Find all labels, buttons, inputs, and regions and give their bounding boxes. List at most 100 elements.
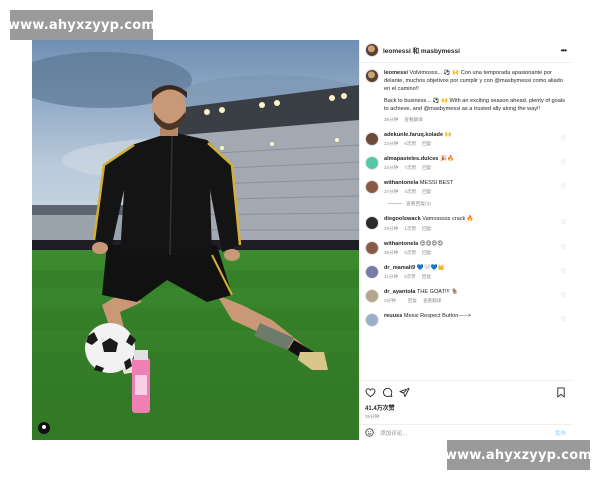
comment-username[interactable]: withantonela <box>384 180 418 186</box>
heart-icon[interactable] <box>365 387 376 398</box>
comment-text: withantonela MESSI BEST <box>384 180 556 187</box>
comment-meta: 29分钟 1次赞 回复 <box>384 226 556 232</box>
watermark-top: www.ahyxzyyp.com <box>8 10 155 40</box>
comment-list: adekunle.faruq.kolade 🙌 32分钟 6次赞 回复 ♡ almapas… <box>365 131 566 328</box>
caption-meta: 39分钟 查看翻译 <box>384 117 566 123</box>
add-comment-bar: 添加评论... 发布 <box>360 424 572 440</box>
caption-text: leomessi Volvimosss... ⚽ 🙌 Con una tempo… <box>384 69 566 114</box>
comment-body: 😍😍😍😍 <box>419 240 444 247</box>
comment-reply-button[interactable]: 回复 <box>422 250 431 256</box>
comment-avatar[interactable] <box>365 289 379 304</box>
comment-username[interactable]: diegoolswack <box>384 216 421 222</box>
comment-like-icon[interactable]: ♡ <box>561 219 566 226</box>
comment-reply-button[interactable]: 回复 <box>422 141 431 147</box>
comment-like-icon[interactable]: ♡ <box>561 292 566 299</box>
comment-translate-link[interactable]: 查看翻译 <box>423 298 441 304</box>
instagram-post: leomessi 和 masbymessi ••• leomessi Volvi… <box>32 40 572 440</box>
comment-time: 3分钟 <box>384 298 396 304</box>
comment-avatar[interactable] <box>365 313 379 328</box>
photo-illustration <box>32 40 359 440</box>
comment-time: 29分钟 <box>384 225 399 231</box>
comment-reply-button[interactable]: 回复 <box>422 226 431 232</box>
comment-username[interactable]: reuuss <box>384 313 402 319</box>
header-username[interactable]: leomessi 和 masbymessi <box>383 45 460 55</box>
watermark-bottom: www.ahyxzyyp.com <box>445 440 592 470</box>
post-caption: leomessi Volvimosss... ⚽ 🙌 Con una tempo… <box>365 69 566 123</box>
user-tag-icon[interactable] <box>38 422 50 434</box>
comment-item: dr_mamali9 💙🤍💙👑 11分钟 3次赞 回复 ♡ <box>365 264 566 280</box>
comment-avatar[interactable] <box>365 264 379 279</box>
comment-body: 🎉🔥 <box>439 155 454 162</box>
comment-likes[interactable]: 1次赞 <box>404 226 416 232</box>
comment-likes[interactable]: 6次赞 <box>404 141 416 147</box>
comment-like-icon[interactable]: ♡ <box>561 316 566 323</box>
comment-username[interactable]: almapasteles.dulces <box>384 156 438 162</box>
comment-like-icon[interactable]: ♡ <box>561 135 566 142</box>
comment-like-icon[interactable]: ♡ <box>561 183 566 190</box>
comment-username[interactable]: dr_mamali9 <box>384 265 415 271</box>
comment-text: dr_ayantola THE GOAT!!! 🐐 <box>384 289 556 296</box>
post-header: leomessi 和 masbymessi ••• <box>360 40 572 60</box>
comment-input[interactable]: 添加评论... <box>380 429 549 437</box>
comment-item: withantonela MESSI BEST 37分钟 4次赞 回复 ♡ <box>365 180 566 195</box>
comment-icon[interactable] <box>382 387 393 398</box>
caption-translate-link[interactable]: 查看翻译 <box>404 117 422 123</box>
post-comment-button[interactable]: 发布 <box>555 429 566 437</box>
comment-item: diegoolswack Vamosssss crack 🔥 29分钟 1次赞 回复 ♡ <box>365 216 566 231</box>
comment-body: MESSI BEST <box>419 180 454 187</box>
bookmark-icon[interactable] <box>556 386 566 398</box>
comment-reply-button[interactable]: 回复 <box>422 274 431 280</box>
post-photo[interactable] <box>32 40 359 440</box>
comment-time: 32分钟 <box>384 140 399 146</box>
comment-meta: 38分钟 5次赞 回复 <box>384 250 556 256</box>
comment-avatar[interactable] <box>365 240 379 255</box>
more-icon[interactable]: ••• <box>561 46 567 55</box>
comment-username[interactable]: dr_ayantola <box>384 289 415 295</box>
comment-likes[interactable]: 4次赞 <box>404 189 416 195</box>
comment-like-icon[interactable]: ♡ <box>561 268 566 275</box>
comment-username[interactable]: withantonela <box>384 241 418 247</box>
comment-item: almapasteles.dulces 🎉🔥 34分钟 7次赞 回复 ♡ <box>365 155 566 171</box>
caption-spanish: Volvimosss... ⚽ 🙌 Con una temporada apas… <box>384 70 563 93</box>
comment-like-icon[interactable]: ♡ <box>561 159 566 166</box>
caption-avatar[interactable] <box>365 69 379 83</box>
caption-time: 39分钟 <box>384 116 399 122</box>
comment-avatar[interactable] <box>365 131 379 146</box>
emoji-icon[interactable] <box>365 428 374 437</box>
comment-likes[interactable]: 7次赞 <box>404 165 416 171</box>
comment-time: 37分钟 <box>384 189 399 195</box>
comment-meta: 3分钟 回复 查看翻译 <box>384 298 556 304</box>
comment-meta: 32分钟 6次赞 回复 <box>384 141 556 147</box>
comment-time: 38分钟 <box>384 249 399 255</box>
comment-body: Vamosssss crack 🔥 <box>422 216 474 223</box>
caption-username[interactable]: leomessi <box>384 70 408 76</box>
view-replies-link[interactable]: 查看回复(3) <box>388 200 566 207</box>
comment-avatar[interactable] <box>365 180 379 195</box>
comment-likes[interactable]: 5次赞 <box>404 250 416 256</box>
post-side-panel: leomessi 和 masbymessi ••• leomessi Volvi… <box>359 40 572 440</box>
comment-meta: 34分钟 7次赞 回复 <box>384 165 556 171</box>
comment-avatar[interactable] <box>365 216 379 231</box>
comment-meta: 11分钟 3次赞 回复 <box>384 274 556 280</box>
comments-section[interactable]: leomessi Volvimosss... ⚽ 🙌 Con una tempo… <box>360 62 572 380</box>
comment-reply-button[interactable]: 回复 <box>422 165 431 171</box>
comment-time: 34分钟 <box>384 165 399 171</box>
comment-meta: 37分钟 4次赞 回复 <box>384 189 556 195</box>
comment-username[interactable]: adekunle.faruq.kolade <box>384 132 443 138</box>
comment-text: almapasteles.dulces 🎉🔥 <box>384 156 556 163</box>
like-count[interactable]: 41.4万次赞 <box>365 403 566 412</box>
comment-body: 💙🤍💙👑 <box>416 264 445 271</box>
comment-text: reuuss Messi Respect Button-----> <box>384 313 556 320</box>
comment-time: 11分钟 <box>384 274 398 280</box>
caption-english: Back to business... ⚽ 🙌 With an exciting… <box>384 98 565 113</box>
share-icon[interactable] <box>399 387 410 398</box>
comment-reply-button[interactable]: 回复 <box>422 189 431 195</box>
comment-like-icon[interactable]: ♡ <box>561 244 566 251</box>
header-avatar[interactable] <box>365 43 379 57</box>
comment-likes[interactable]: 3次赞 <box>404 274 416 280</box>
comment-avatar[interactable] <box>365 155 379 170</box>
comment-text: adekunle.faruq.kolade 🙌 <box>384 132 556 139</box>
comment-item: withantonela 😍😍😍😍 38分钟 5次赞 回复 ♡ <box>365 240 566 256</box>
comment-reply-button[interactable]: 回复 <box>408 298 417 304</box>
comment-text: diegoolswack Vamosssss crack 🔥 <box>384 216 556 223</box>
